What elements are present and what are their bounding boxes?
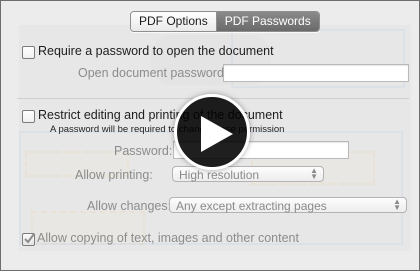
tab-bar: PDF Options PDF Passwords [130,11,320,32]
restrict-editing-checkbox[interactable] [22,110,35,123]
allow-printing-label: Allow printing: [75,168,153,182]
tab-pdf-options[interactable]: PDF Options [131,12,216,31]
password-label: Password: [114,144,173,158]
allow-printing-value: High resolution [179,168,260,182]
tab-pdf-passwords[interactable]: PDF Passwords [215,12,319,31]
checkmark-icon [24,233,35,244]
popup-arrows-icon: ▲ ▼ [310,166,318,181]
allow-changes-popup[interactable]: Any except extracting pages ▲ ▼ [169,197,407,213]
allow-printing-popup[interactable]: High resolution ▲ ▼ [172,166,324,182]
play-button[interactable] [174,94,250,170]
allow-changes-label: Allow changes: [87,199,172,213]
play-icon [201,116,233,152]
require-open-password-checkbox[interactable] [22,46,35,59]
allow-changes-value: Any except extracting pages [176,199,327,213]
allow-copying-label: Allow copying of text, images and other … [37,231,299,245]
popup-arrows-icon: ▲ ▼ [393,197,401,212]
open-password-label: Open document password: [78,66,228,80]
open-password-field[interactable] [223,64,409,82]
allow-copying-checkbox[interactable] [22,233,35,246]
require-open-password-label: Require a password to open the document [38,44,274,58]
pdf-security-panel: PDF Options PDF Passwords Require a pass… [0,0,420,271]
